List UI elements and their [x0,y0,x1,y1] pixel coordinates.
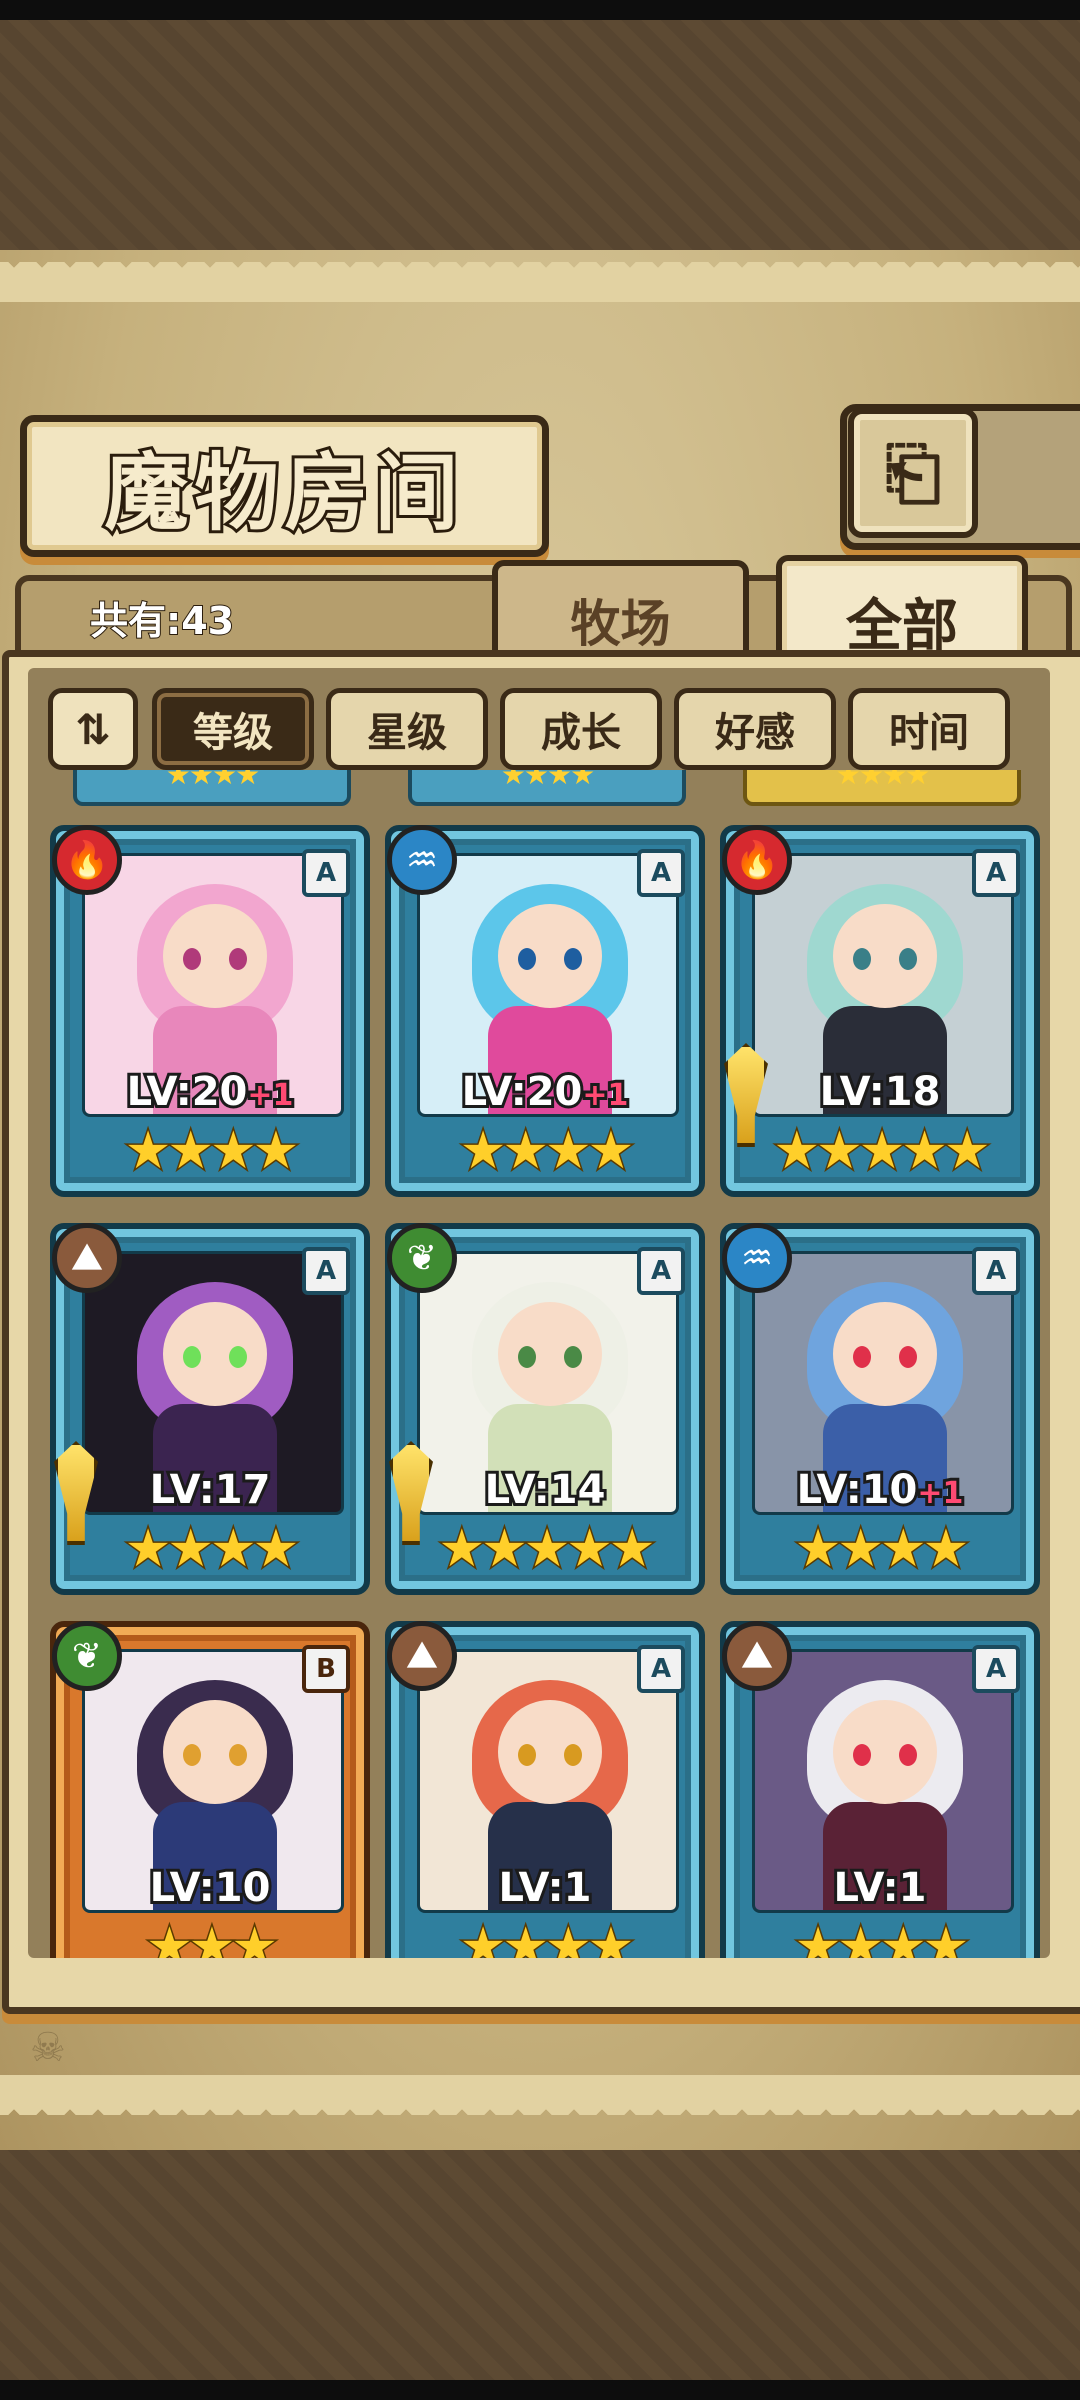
star-rating: ★★★★ [793,1518,970,1581]
partial-card[interactable]: ★★★★ [743,770,1021,806]
monster-level: LV:20+1 [391,1066,699,1118]
star-rating: ★★★★ [835,770,930,791]
water-element-icon: ♒ [722,1223,792,1293]
leaf-element-icon: ❦ [387,1223,457,1293]
rank-badge: A [972,849,1020,897]
monster-card[interactable]: ❦ A LV:14 ★★★★★ [385,1223,705,1595]
monster-level: LV:10 [56,1862,364,1914]
level-value: LV:17 [147,1464,274,1516]
partial-row: ★★★★ ★★★★ ★★★★ [28,770,1050,806]
level-bonus: +1 [579,1075,631,1116]
rank-badge: B [302,1645,350,1693]
monster-grid[interactable]: ★★★★ ★★★★ ★★★★ 🔥 A LV:20+1 ★★★★ ♒ A LV:20+1 ★★★… [28,770,1050,1958]
level-value: LV:18 [817,1066,944,1118]
back-icon: ⎗ [885,431,941,514]
sort-bar: ⇅ 等级 星级 成长 好感 时间 [48,683,1048,770]
star-rating: ★★★★ [458,1120,635,1183]
rank-badge: A [637,1645,685,1693]
star-rating: ★★★★ [165,770,260,791]
fire-element-icon: 🔥 [722,825,792,895]
rank-badge: A [637,1247,685,1295]
star-rating: ★★★★★ [437,1518,657,1581]
sort-by-star-button[interactable]: 星级 [326,688,488,770]
rank-badge: A [972,1247,1020,1295]
earth-element-icon: ⛰ [52,1223,122,1293]
monster-card[interactable]: ⛰ A LV:1 ★★★★ [385,1621,705,1958]
monster-card[interactable]: 🔥 A LV:20+1 ★★★★ [50,825,370,1197]
title-plate: 魔物房间 [20,415,549,557]
monster-card[interactable]: ❦ B LV:10 ★★★ [50,1621,370,1958]
sort-order-icon: ⇅ [75,704,111,754]
star-rating: ★★★★ [123,1518,300,1581]
level-value: LV:14 [482,1464,609,1516]
rank-badge: A [302,1247,350,1295]
star-rating: ★★★★ [123,1120,300,1183]
fire-element-icon: 🔥 [52,825,122,895]
navigation-bar [0,2380,1080,2400]
panel-edge-bottom [0,2075,1080,2115]
level-value: LV:1 [496,1862,595,1914]
monster-level: LV:18 [726,1066,1034,1118]
level-bonus: +1 [244,1075,296,1116]
sort-by-affection-button[interactable]: 好感 [674,688,836,770]
partial-card[interactable]: ★★★★ [73,770,351,806]
level-bonus: +1 [914,1473,966,1514]
monster-count: 共有:43 [89,598,235,644]
skull-decoration-icon: ☠ [30,2025,66,2071]
panel-edge-top [0,262,1080,302]
sort-order-toggle[interactable]: ⇅ [48,688,138,770]
back-button[interactable]: ⎗ [848,408,978,538]
page-title: 魔物房间 [101,440,465,545]
sort-by-level-button[interactable]: 等级 [152,688,314,770]
star-rating: ★★★ [145,1916,280,1959]
monster-card[interactable]: ⛰ A LV:17 ★★★★ [50,1223,370,1595]
earth-element-icon: ⛰ [387,1621,457,1691]
map-background-bottom [0,2150,1080,2400]
monster-level: LV:1 [391,1862,699,1914]
monster-card[interactable]: ♒ A LV:20+1 ★★★★ [385,825,705,1197]
water-element-icon: ♒ [387,825,457,895]
level-value: LV:1 [831,1862,930,1914]
rank-badge: A [302,849,350,897]
monster-level: LV:14 [391,1464,699,1516]
sort-by-growth-button[interactable]: 成长 [500,688,662,770]
level-value: LV:20 [459,1066,586,1118]
monster-card[interactable]: ⛰ A LV:1 ★★★★ [720,1621,1040,1958]
partial-card[interactable]: ★★★★ [408,770,686,806]
star-rating: ★★★★ [793,1916,970,1959]
rank-badge: A [972,1645,1020,1693]
star-rating: ★★★★★ [772,1120,992,1183]
monster-card[interactable]: ♒ A LV:10+1 ★★★★ [720,1223,1040,1595]
star-rating: ★★★★ [458,1916,635,1959]
sort-by-time-button[interactable]: 时间 [848,688,1010,770]
monster-level: LV:10+1 [726,1464,1034,1516]
monster-level: LV:20+1 [56,1066,364,1118]
rank-badge: A [637,849,685,897]
leaf-element-icon: ❦ [52,1621,122,1691]
monster-card[interactable]: 🔥 A LV:18 ★★★★★ [720,825,1040,1197]
monster-level: LV:17 [56,1464,364,1516]
map-background-top [0,20,1080,254]
level-value: LV:10 [147,1862,274,1914]
star-rating: ★★★★ [500,770,595,791]
earth-element-icon: ⛰ [722,1621,792,1691]
status-bar [0,0,1080,20]
level-value: LV:10 [794,1464,921,1516]
monster-level: LV:1 [726,1862,1034,1914]
level-value: LV:20 [124,1066,251,1118]
